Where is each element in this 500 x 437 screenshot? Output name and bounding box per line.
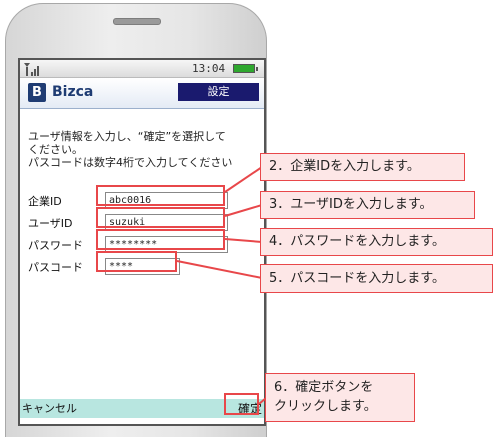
instruction-line: ください。 bbox=[28, 143, 83, 156]
password-highlight bbox=[96, 229, 225, 250]
passcode-label: パスコード bbox=[28, 261, 83, 274]
status-time: 13:04 bbox=[192, 62, 226, 75]
user-id-highlight bbox=[96, 207, 225, 228]
callout-step-4: 4．パスワードを入力します。 bbox=[260, 228, 493, 256]
callout-step-5: 5．パスコードを入力します。 bbox=[260, 264, 493, 293]
confirm-highlight bbox=[224, 393, 259, 415]
company-id-highlight bbox=[96, 185, 225, 206]
instruction-line: ユーザ情報を入力し、“確定”を選択して bbox=[28, 130, 226, 143]
callout-step-6-line: 6．確定ボタンを bbox=[274, 380, 374, 395]
callout-step-3: 3．ユーザIDを入力します。 bbox=[260, 191, 475, 219]
password-label: パスワード bbox=[28, 239, 83, 252]
callout-step-6-line: クリックします。 bbox=[274, 399, 377, 414]
company-id-label: 企業ID bbox=[28, 195, 62, 208]
app-header: B Bizca 設定 bbox=[20, 78, 264, 109]
passcode-highlight bbox=[96, 251, 177, 272]
earpiece bbox=[113, 18, 161, 25]
callout-step-6: 6．確定ボタンを クリックします。 bbox=[265, 373, 415, 422]
callout-step-2: 2．企業IDを入力します。 bbox=[260, 153, 465, 181]
instruction-line: パスコードは数字4桁で入力してください bbox=[28, 156, 233, 169]
user-id-label: ユーザID bbox=[28, 217, 73, 230]
cancel-softkey[interactable]: キャンセル bbox=[22, 400, 77, 416]
battery-icon bbox=[233, 64, 258, 73]
app-title: Bizca bbox=[52, 84, 94, 100]
bizca-logo-icon: B bbox=[28, 83, 46, 102]
instructions: ユーザ情報を入力し、“確定”を選択して ください。 パスコードは数字4桁で入力し… bbox=[28, 130, 264, 169]
settings-button[interactable]: 設定 bbox=[178, 83, 259, 101]
signal-icon bbox=[24, 63, 39, 76]
status-bar: 13:04 bbox=[20, 60, 264, 78]
